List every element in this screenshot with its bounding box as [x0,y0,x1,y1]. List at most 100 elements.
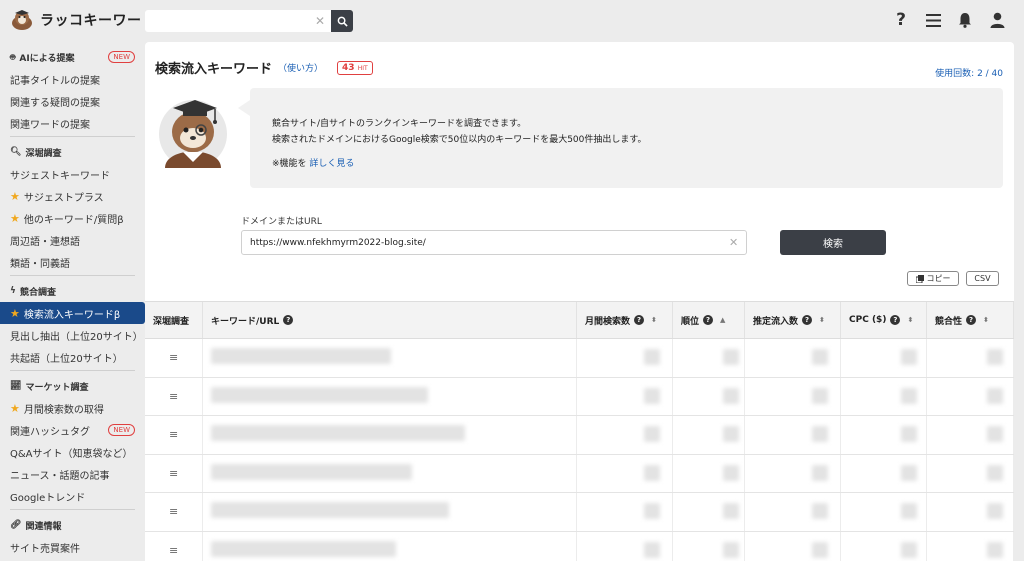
redacted-value [900,349,917,365]
redacted-value [900,541,917,558]
redacted-value [987,349,1004,365]
sidebar-item-other-keywords[interactable]: ★ 他のキーワード/質問β [10,207,135,229]
table-row[interactable]: ≡ [145,493,1014,532]
star-icon: ★ [10,189,20,203]
sidebar-item-monthly-volume[interactable]: ★ 月間検索数の取得 [10,397,135,419]
column-header-competition[interactable]: 競合性? ⬍ [927,302,1014,338]
sidebar-item-inflow-keywords[interactable]: ★ 検索流入キーワードβ [0,302,145,324]
table-cell [577,377,673,415]
table-row[interactable]: ≡ [145,377,1014,416]
domain-label: ドメインまたはURL [241,217,322,227]
help-icon[interactable]: ? [802,315,813,325]
sidebar-item-article-title[interactable]: 記事タイトルの提案 [10,68,135,90]
sidebar-item-related-words[interactable]: 関連ワードの提案 [10,112,135,134]
help-icon[interactable]: ? [634,315,645,325]
csv-button[interactable]: CSV [966,271,999,286]
sidebar-item-headings[interactable]: 見出し抽出（上位20サイト） [10,324,143,346]
domain-input[interactable] [241,230,747,255]
howto-link[interactable]: （使い方） [278,61,323,74]
redacted-value [987,426,1004,442]
column-header-traffic[interactable]: 推定流入数? ⬍ [745,302,841,338]
redacted-value [722,426,739,442]
column-header-cpc[interactable]: CPC ($)? ⬍ [841,302,927,338]
sidebar-item-associated[interactable]: 周辺語・連想語 [10,229,135,251]
sidebar-item-suggest-plus[interactable]: ★ サジェストプラス [10,185,135,207]
redacted-value [211,386,428,403]
menu-icon[interactable] [924,10,942,30]
top-bar: ラッコキーワード ✕ ? [0,0,1024,42]
redacted-value [987,387,1004,404]
hamburger-icon[interactable]: ≡ [169,505,178,518]
magnifier-icon: 🔍︎ [10,147,22,157]
sidebar-item-hashtags[interactable]: 関連ハッシュタグ NEW [10,419,135,441]
details-link[interactable]: 詳しく見る [309,159,354,169]
sort-icon[interactable]: ⬍ [907,316,913,324]
clear-icon[interactable]: ✕ [729,236,738,249]
table-row[interactable]: ≡ [145,339,1014,378]
hamburger-icon[interactable]: ≡ [169,428,178,441]
column-header-volume[interactable]: 月間検索数? ⬍ [577,302,673,338]
copy-button[interactable]: コピー [907,271,959,286]
table-cell: ≡ [145,531,203,561]
sidebar-item-qa[interactable]: Q&Aサイト（知恵袋など） [10,441,135,463]
table-cell [927,493,1014,531]
sort-icon[interactable]: ⬍ [651,316,657,324]
table-row[interactable]: ≡ [145,531,1014,561]
sidebar-item-google-trends[interactable]: Googleトレンド [10,485,135,507]
redacted-value [900,503,917,519]
table-cell [203,531,577,561]
table-cell: ≡ [145,339,203,377]
search-button[interactable] [331,10,353,32]
help-icon[interactable]: ? [703,315,714,325]
chart-icon: 📈︎ [10,381,22,391]
search-icon [337,16,348,27]
sidebar-item-suggest[interactable]: サジェストキーワード [10,163,135,185]
table-row[interactable]: ≡ [145,416,1014,455]
redacted-value [211,425,465,441]
hamburger-icon[interactable]: ≡ [169,351,178,364]
sort-icon[interactable]: ⬍ [983,316,989,324]
table-cell [577,416,673,454]
column-header-rank[interactable]: 順位? ▲ [673,302,745,338]
table-row[interactable]: ≡ [145,454,1014,493]
column-header-keyword[interactable]: キーワード/URL? [203,302,577,338]
table-cell [745,531,841,561]
bell-icon[interactable] [956,10,974,30]
help-icon[interactable]: ? [890,315,901,325]
table-cell [577,493,673,531]
sidebar-item-related-questions[interactable]: 関連する疑問の提案 [10,90,135,112]
help-icon[interactable]: ? [892,10,910,30]
sidebar-item-synonyms[interactable]: 類語・同義語 [10,251,135,273]
info-line-3: ※機能を 詳しく見る [272,159,355,169]
main-panel: 検索流入キーワード （使い方） 43 HIT 使用回数: 2 / 40 競合サイ… [145,42,1014,561]
hamburger-icon[interactable]: ≡ [169,544,178,557]
clear-icon[interactable]: ✕ [315,14,325,28]
redacted-value [722,387,739,404]
link-icon: 🔗︎ [10,520,22,530]
table-cell [203,416,577,454]
logo[interactable]: ラッコキーワード [10,9,156,31]
table-cell [927,454,1014,492]
hamburger-icon[interactable]: ≡ [169,390,178,403]
sidebar-item-site-sales[interactable]: サイト売買案件 [10,536,135,558]
table-cell [841,377,927,415]
help-icon[interactable]: ? [283,315,294,325]
sidebar-section-related: 🔗︎ 関連情報 サイト売買案件 [10,509,135,560]
hamburger-icon[interactable]: ≡ [169,467,178,480]
sidebar-item-cooccurrence[interactable]: 共起語（上位20サイト） [10,346,135,368]
sort-icon[interactable]: ⬍ [819,316,825,324]
search-button[interactable]: 検索 [780,230,886,255]
info-line-2: 検索されたドメインにおけるGoogle検索で50位以内のキーワードを最大500件… [272,135,647,145]
table-cell [927,531,1014,561]
redacted-value [987,541,1004,558]
sidebar-section-deep: 🔍︎ 深堀調査 サジェストキーワード ★ サジェストプラス ★ 他のキーワード/質問… [10,136,135,275]
help-icon[interactable]: ? [966,315,977,325]
user-icon[interactable] [988,10,1006,30]
sort-asc-icon[interactable]: ▲ [720,316,725,324]
redacted-value [987,464,1004,481]
header-search-input[interactable] [145,10,331,32]
sidebar-item-news[interactable]: ニュース・話題の記事 [10,463,135,485]
table-cell [841,531,927,561]
redacted-value [643,349,660,365]
redacted-value [211,463,412,480]
